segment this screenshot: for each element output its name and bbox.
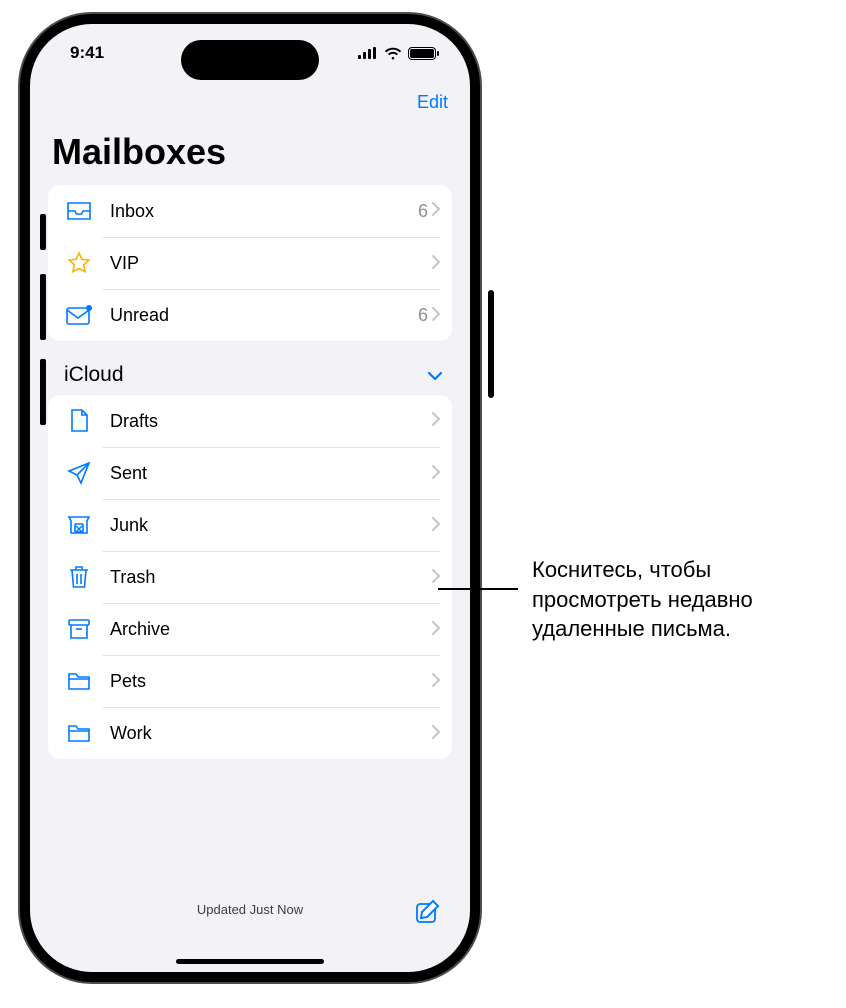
- dynamic-island: [181, 40, 319, 80]
- sync-status: Updated Just Now: [197, 902, 303, 917]
- document-icon: [62, 409, 96, 433]
- account-name: iCloud: [64, 363, 124, 387]
- mailbox-row-trash[interactable]: Trash: [48, 551, 452, 603]
- mailbox-label: Inbox: [102, 201, 418, 222]
- mailbox-count: 6: [418, 201, 432, 222]
- page-title: Mailboxes: [30, 117, 470, 185]
- trash-icon: [62, 565, 96, 589]
- mailbox-label: Drafts: [102, 411, 432, 432]
- mailbox-count: 6: [418, 305, 432, 326]
- mailbox-label: Trash: [102, 567, 432, 588]
- star-icon: [62, 251, 96, 275]
- icloud-mailboxes-list: Drafts Sent: [48, 395, 452, 759]
- chevron-right-icon: [432, 673, 440, 691]
- callout-text: Коснитесь, чтобы просмотреть недавно уда…: [532, 555, 846, 644]
- mailbox-label: Sent: [102, 463, 432, 484]
- phone-side-button-right: [488, 290, 494, 398]
- inbox-icon: [62, 201, 96, 221]
- archive-icon: [62, 618, 96, 640]
- smart-mailboxes-list: Inbox 6 VIP: [48, 185, 452, 341]
- unread-icon: [62, 305, 96, 325]
- chevron-right-icon: [432, 202, 440, 220]
- mailbox-row-pets[interactable]: Pets: [48, 655, 452, 707]
- chevron-right-icon: [432, 412, 440, 430]
- mailbox-label: Junk: [102, 515, 432, 536]
- battery-icon: [408, 47, 436, 60]
- mailbox-row-unread[interactable]: Unread 6: [48, 289, 452, 341]
- folder-icon: [62, 671, 96, 691]
- mailbox-row-archive[interactable]: Archive: [48, 603, 452, 655]
- edit-button[interactable]: Edit: [417, 92, 448, 113]
- account-section-header[interactable]: iCloud: [30, 341, 470, 395]
- chevron-right-icon: [432, 517, 440, 535]
- chevron-right-icon: [432, 307, 440, 325]
- mailbox-label: Work: [102, 723, 432, 744]
- compose-button[interactable]: [414, 898, 442, 929]
- phone-side-button-volume-up: [40, 274, 46, 340]
- wifi-icon: [384, 47, 402, 60]
- bottom-toolbar: Updated Just Now: [30, 884, 470, 972]
- chevron-down-icon: [428, 363, 442, 387]
- home-indicator: [176, 959, 324, 964]
- phone-frame: 9:41 Edit Mailboxes Inbox: [20, 14, 480, 982]
- mailbox-label: Archive: [102, 619, 432, 640]
- status-indicators: [358, 47, 436, 60]
- mailbox-row-work[interactable]: Work: [48, 707, 452, 759]
- chevron-right-icon: [432, 569, 440, 587]
- mailbox-label: VIP: [102, 253, 428, 274]
- phone-side-button-silent: [40, 214, 46, 250]
- mailbox-row-sent[interactable]: Sent: [48, 447, 452, 499]
- junk-icon: [62, 515, 96, 535]
- mailbox-row-drafts[interactable]: Drafts: [48, 395, 452, 447]
- phone-side-button-volume-down: [40, 359, 46, 425]
- paperplane-icon: [62, 461, 96, 485]
- cellular-signal-icon: [358, 47, 378, 59]
- mailbox-label: Unread: [102, 305, 418, 326]
- callout-leader-line: [438, 588, 518, 590]
- chevron-right-icon: [432, 621, 440, 639]
- chevron-right-icon: [432, 465, 440, 483]
- chevron-right-icon: [432, 725, 440, 743]
- mailbox-label: Pets: [102, 671, 432, 692]
- chevron-right-icon: [432, 255, 440, 273]
- mailbox-row-vip[interactable]: VIP: [48, 237, 452, 289]
- folder-icon: [62, 723, 96, 743]
- status-time: 9:41: [70, 43, 104, 63]
- nav-bar: Edit: [30, 82, 470, 117]
- mailbox-row-inbox[interactable]: Inbox 6: [48, 185, 452, 237]
- mailbox-row-junk[interactable]: Junk: [48, 499, 452, 551]
